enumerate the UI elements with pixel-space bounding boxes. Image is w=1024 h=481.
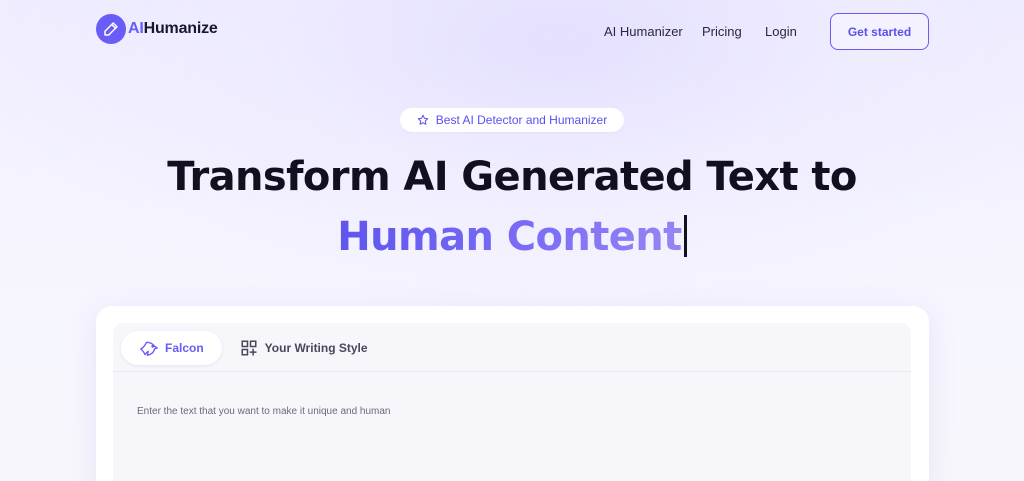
qr-plus-icon <box>241 340 257 356</box>
tab-falcon-label: Falcon <box>165 341 204 355</box>
falcon-icon <box>140 341 158 357</box>
tab-writing-style-label: Your Writing Style <box>264 341 368 355</box>
star-icon <box>417 114 429 125</box>
logo-text: AIHumanize <box>128 20 218 38</box>
typing-caret <box>683 215 687 257</box>
mode-tabs: Falcon Your Writing Style <box>121 331 368 365</box>
logo[interactable]: AIHumanize <box>96 14 218 44</box>
logo-humanize: Humanize <box>143 20 218 37</box>
hero-title-line2: Human Content <box>0 214 1024 260</box>
pen-icon <box>96 14 126 44</box>
nav-pricing[interactable]: Pricing <box>702 24 742 39</box>
tabs-divider <box>113 371 911 372</box>
hero-badge-label: Best AI Detector and Humanizer <box>435 113 608 127</box>
editor-card: Falcon Your Writing Style <box>96 306 929 481</box>
nav-ai-humanizer[interactable]: AI Humanizer <box>604 24 683 39</box>
hero-title-highlight: Human Content <box>337 214 682 260</box>
hero-badge: Best AI Detector and Humanizer <box>400 108 624 132</box>
nav-login[interactable]: Login <box>765 24 797 39</box>
get-started-button[interactable]: Get started <box>830 13 929 50</box>
hero-title-line1: Transform AI Generated Text to <box>167 154 857 200</box>
logo-ai: AI <box>128 20 144 37</box>
text-input[interactable] <box>137 406 877 417</box>
tab-writing-style[interactable]: Your Writing Style <box>240 331 368 365</box>
editor-panel: Falcon Your Writing Style <box>113 323 911 481</box>
tab-falcon[interactable]: Falcon <box>121 331 222 365</box>
